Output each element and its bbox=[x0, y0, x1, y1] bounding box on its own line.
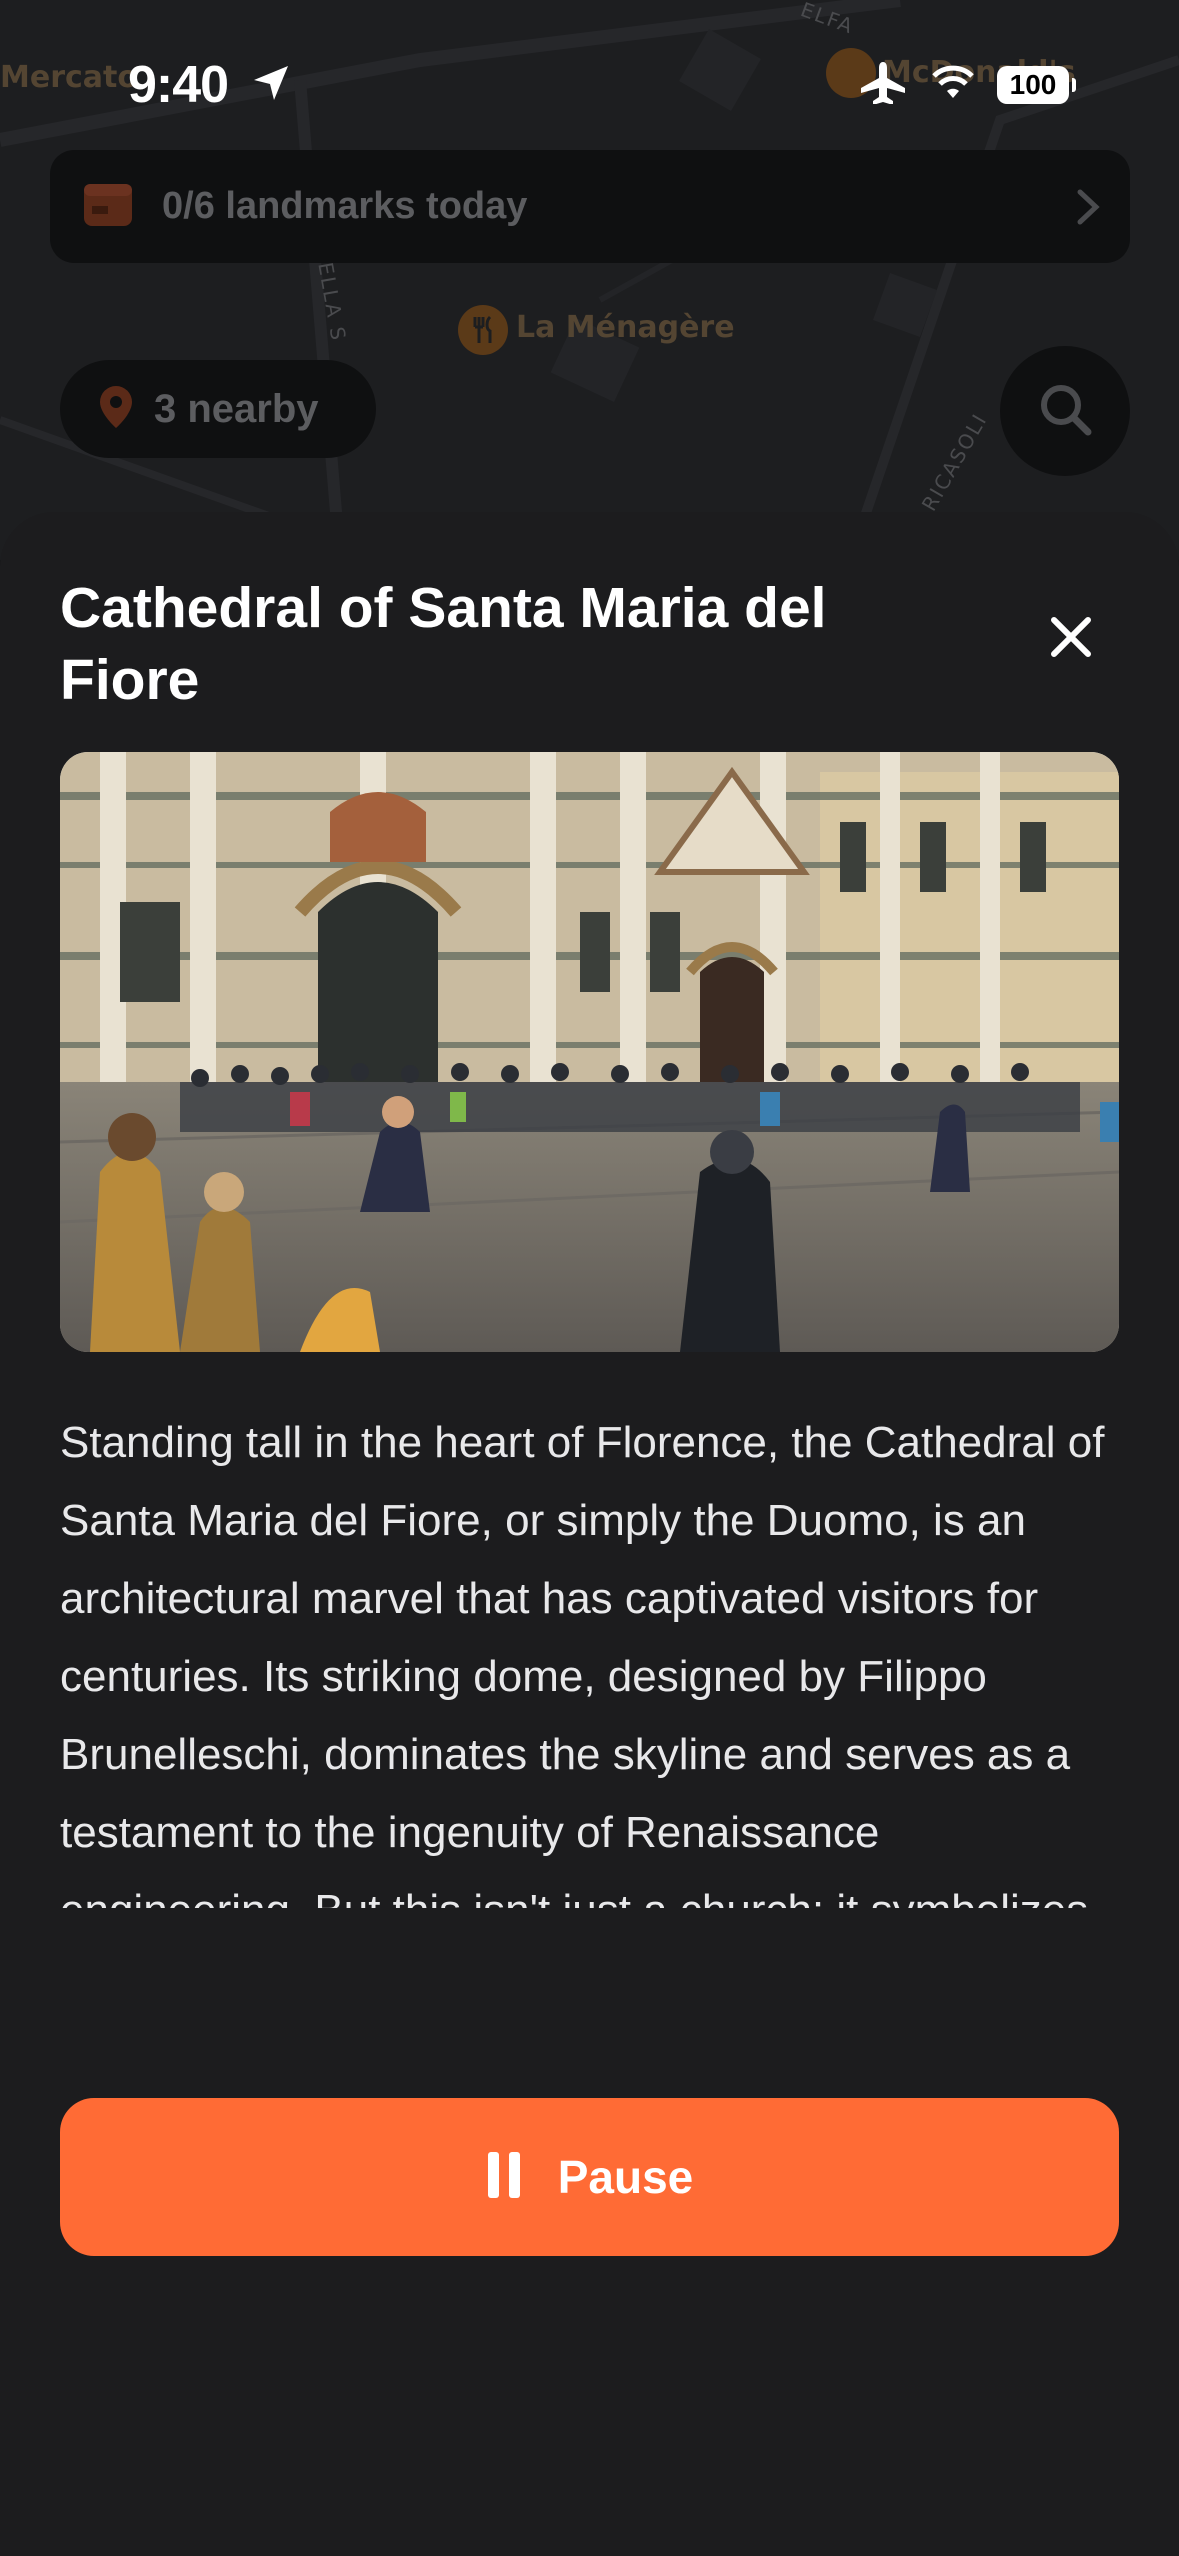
close-icon bbox=[1049, 615, 1093, 664]
close-button[interactable] bbox=[1036, 604, 1106, 674]
landmark-photo bbox=[60, 752, 1119, 1352]
pause-icon bbox=[486, 2150, 522, 2205]
restaurant-pin-icon[interactable] bbox=[458, 305, 508, 355]
map-label-la-menagere: La Ménagère bbox=[516, 310, 735, 345]
search-icon bbox=[1037, 381, 1093, 442]
wifi-icon bbox=[931, 64, 975, 105]
map-background[interactable]: Mercato La Ménagère McDonald's ELLA S RI… bbox=[0, 0, 1179, 560]
pause-button[interactable]: Pause bbox=[60, 2098, 1119, 2256]
landmark-description: Standing tall in the heart of Florence, … bbox=[60, 1418, 1105, 1908]
location-arrow-icon bbox=[250, 62, 292, 109]
nearby-count-label: 3 nearby bbox=[154, 386, 319, 431]
calendar-icon bbox=[82, 180, 134, 233]
chevron-right-icon bbox=[1076, 188, 1100, 231]
cathedral-image bbox=[60, 752, 1119, 1352]
airplane-icon bbox=[859, 60, 909, 109]
pause-label: Pause bbox=[557, 2151, 694, 2203]
landmarks-progress-text: 0/6 landmarks today bbox=[162, 185, 528, 227]
status-icons: 100 bbox=[859, 60, 1076, 109]
battery-icon: 100 bbox=[997, 65, 1076, 104]
status-time: 9:40 bbox=[128, 56, 229, 114]
landmark-detail-sheet: Cathedral of Santa Maria del Fiore Stand… bbox=[0, 512, 1179, 2556]
search-button[interactable] bbox=[1000, 346, 1130, 476]
map-label-mercato: Mercato bbox=[0, 60, 138, 95]
map-pin-icon bbox=[98, 384, 134, 435]
nearby-count-button[interactable]: 3 nearby bbox=[60, 360, 376, 458]
landmarks-progress-banner[interactable]: 0/6 landmarks today bbox=[50, 150, 1130, 263]
landmark-title: Cathedral of Santa Maria del Fiore bbox=[60, 576, 827, 712]
